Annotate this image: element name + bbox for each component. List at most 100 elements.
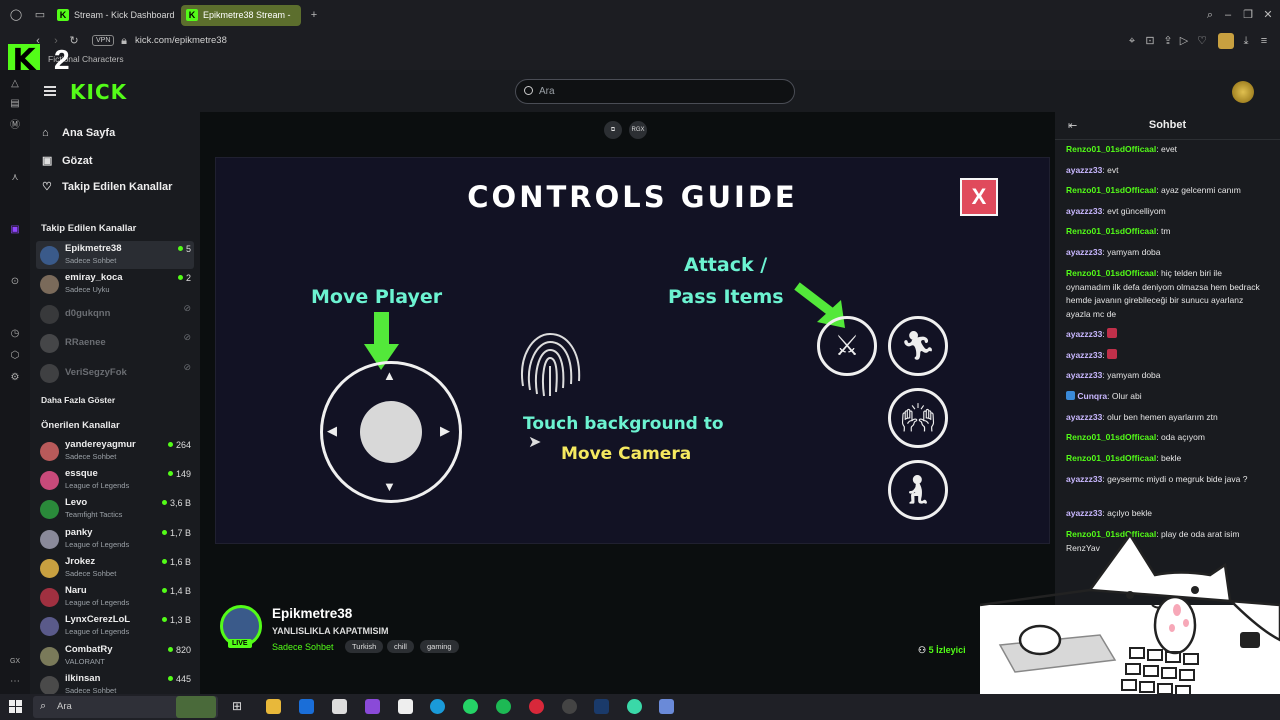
rgx-button[interactable]: RGX	[629, 121, 647, 139]
nav-following[interactable]: ♡ Takip Edilen Kanallar	[42, 180, 172, 193]
user-avatar[interactable]	[1232, 81, 1254, 103]
search-tabs-icon[interactable]: ⌕	[1202, 4, 1218, 26]
chat-username[interactable]: Renzo01_01sdOfficaal	[1066, 226, 1156, 236]
chat-username[interactable]: ayazzz33	[1066, 329, 1102, 339]
menu-icon[interactable]: ≡	[1256, 30, 1272, 52]
player-icon[interactable]: ⊙	[9, 276, 21, 288]
gx-icon[interactable]: GX	[9, 656, 21, 668]
profile-avatar[interactable]	[1218, 33, 1234, 49]
opera-menu-icon[interactable]: ◯	[8, 4, 24, 26]
chat-username[interactable]: ayazzz33	[1066, 508, 1102, 518]
tag-chill[interactable]: chill	[387, 640, 414, 653]
tab-overview-icon[interactable]: ▭	[32, 4, 48, 26]
close-guide-button[interactable]: X	[960, 178, 998, 216]
spotify-icon[interactable]	[496, 699, 511, 714]
cursor-icon: ➤	[528, 434, 542, 451]
channel-item[interactable]: VeriSegzyFok ⊘	[36, 359, 194, 387]
chat-username[interactable]: ayazzz33	[1066, 206, 1102, 216]
chat-username[interactable]: ayazzz33	[1066, 165, 1102, 175]
tag-gaming[interactable]: gaming	[420, 640, 459, 653]
chat-username[interactable]: Renzo01_01sdOfficaal	[1066, 144, 1156, 154]
download-icon[interactable]: ⤓	[1238, 30, 1254, 52]
viewer-count: 149	[168, 469, 191, 479]
search-input[interactable]: Ara	[515, 79, 795, 104]
channel-name: ilkinsan	[65, 673, 101, 684]
extensions-icon[interactable]: ⬡	[9, 350, 21, 362]
channel-item[interactable]: Epikmetre38 Sadece Sohbet 5	[36, 241, 194, 269]
vpn-badge[interactable]: VPN	[92, 35, 115, 46]
new-tab-icon[interactable]: +	[306, 4, 322, 26]
file-explorer-icon[interactable]	[266, 699, 281, 714]
twitch-icon[interactable]: ▣	[9, 224, 21, 236]
history-icon[interactable]: ◷	[9, 328, 21, 340]
channel-item[interactable]: Levo Teamfight Tactics 3,6 B	[36, 495, 194, 523]
opera-gx-icon[interactable]	[529, 699, 544, 714]
chat-username[interactable]: ayazzz33	[1066, 474, 1102, 484]
chat-username[interactable]: Cunqra	[1077, 391, 1107, 401]
offline-icon: ⊘	[183, 362, 191, 372]
channel-item[interactable]: CombatRy VALORANT 820	[36, 642, 194, 670]
snapshot-icon[interactable]: ⊡	[1142, 30, 1158, 52]
jump-button: 🙌︎	[888, 388, 948, 448]
chat-username[interactable]: Renzo01_01sdOfficaal	[1066, 268, 1156, 278]
channel-item[interactable]: Naru League of Legends 1,4 B	[36, 583, 194, 611]
tag-turkish[interactable]: Turkish	[345, 640, 384, 653]
tab-kick-dashboard[interactable]: K Stream - Kick Dashboard	[52, 5, 177, 26]
steam-icon[interactable]	[594, 699, 609, 714]
play-icon[interactable]: ▷	[1176, 30, 1192, 52]
obs-icon[interactable]	[562, 699, 577, 714]
chat-text: olur ben hemen ayarlarım ztn	[1107, 412, 1218, 422]
edge-icon[interactable]	[430, 699, 445, 714]
nav-home[interactable]: ⌂ Ana Sayfa	[42, 127, 115, 139]
chat-text: evt güncelliyom	[1107, 206, 1166, 216]
sidebar-app-icon[interactable]: ▤	[9, 98, 21, 110]
settings-icon[interactable]: ⚙	[9, 372, 21, 384]
channel-item[interactable]: Jrokez Sadece Sohbet 1,6 B	[36, 554, 194, 582]
channel-item[interactable]: essque League of Legends 149	[36, 466, 194, 494]
kick-logo[interactable]: KICK	[70, 80, 127, 104]
channel-item[interactable]: d0gukqnn ⊘	[36, 300, 194, 328]
stream-category[interactable]: Sadece Sohbet	[272, 642, 334, 652]
chat-username[interactable]: ayazzz33	[1066, 370, 1102, 380]
heart-icon[interactable]: ♡	[1194, 30, 1210, 52]
show-more-link[interactable]: Daha Fazla Göster	[41, 395, 115, 405]
sidebar-app-icon[interactable]: △	[9, 78, 21, 90]
channel-item[interactable]: LynxCerezLoL League of Legends 1,3 B	[36, 612, 194, 640]
channel-item[interactable]: RRaenee ⊘	[36, 329, 194, 357]
maximize-icon[interactable]: ❐	[1240, 4, 1256, 26]
outlook-icon[interactable]	[299, 699, 314, 714]
share-icon[interactable]: ⇪	[1160, 30, 1176, 52]
minimize-icon[interactable]: –	[1220, 4, 1236, 26]
nav-browse[interactable]: ▣ Gözat	[42, 154, 93, 167]
streamer-name[interactable]: Epikmetre38	[272, 606, 352, 621]
hamburger-menu-icon[interactable]	[44, 86, 56, 96]
close-window-icon[interactable]: ✕	[1260, 4, 1276, 26]
chat-username[interactable]: Renzo01_01sdOfficaal	[1066, 453, 1156, 463]
sidebar-app-icon[interactable]: ⋏	[9, 172, 21, 184]
notepad-icon[interactable]	[398, 699, 413, 714]
windows-start-icon[interactable]	[9, 700, 22, 713]
chat-username[interactable]: ayazzz33	[1066, 412, 1102, 422]
screenshot-button[interactable]: ⧉	[604, 121, 622, 139]
channel-item[interactable]: panky League of Legends 1,7 B	[36, 525, 194, 553]
tab-epikmetre-stream[interactable]: K Epikmetre38 Stream -	[181, 5, 301, 26]
sidebar-app-icon[interactable]: Ⓜ	[9, 120, 21, 132]
channel-item[interactable]: ilkinsan Sadece Sohbet 445	[36, 671, 194, 694]
task-view-icon[interactable]: ⊞	[232, 699, 247, 714]
channel-item[interactable]: emiray_koca Sadece Uyku 2	[36, 270, 194, 298]
chat-username[interactable]: Renzo01_01sdOfficaal	[1066, 432, 1156, 442]
chat-username[interactable]: ayazzz33	[1066, 350, 1102, 360]
whatsapp-icon[interactable]	[463, 699, 478, 714]
store-icon[interactable]	[332, 699, 347, 714]
chat-username[interactable]: ayazzz33	[1066, 247, 1102, 257]
app-icon[interactable]	[659, 699, 674, 714]
more-icon[interactable]: ⋯	[9, 676, 21, 688]
chat-username[interactable]: Renzo01_01sdOfficaal	[1066, 185, 1156, 195]
bookmark-icon[interactable]: ⌖	[1124, 30, 1140, 52]
chat-text: evt	[1107, 165, 1119, 175]
app-icon[interactable]	[365, 699, 380, 714]
app-icon[interactable]	[627, 699, 642, 714]
channel-item[interactable]: yandereyagmur Sadece Sohbet 264	[36, 437, 194, 465]
emote-icon	[1107, 349, 1118, 359]
url-field[interactable]: kick.com/epikmetre38	[135, 30, 227, 52]
